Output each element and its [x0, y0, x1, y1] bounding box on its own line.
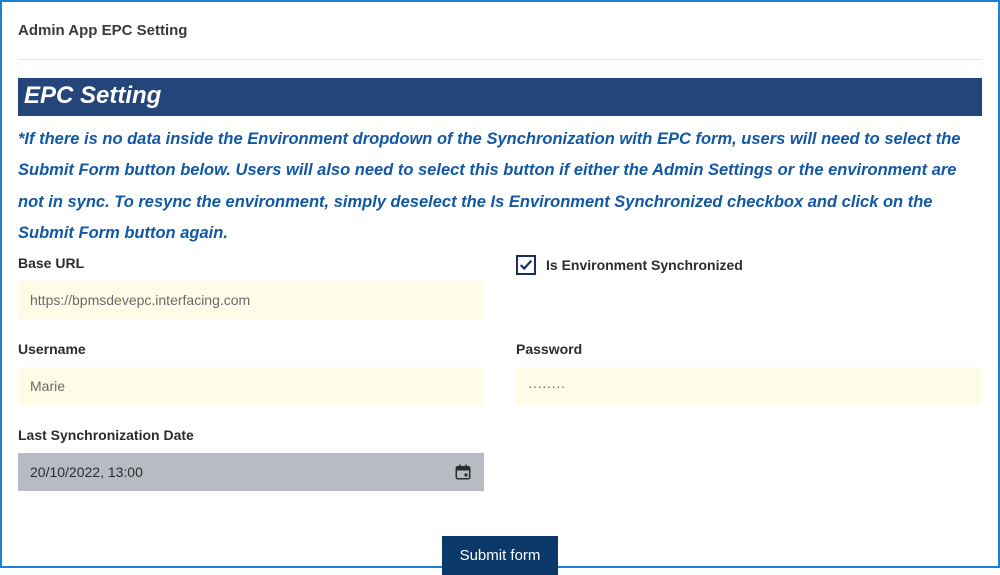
password-field: Password: [516, 341, 982, 405]
username-field: Username: [18, 341, 484, 405]
password-input[interactable]: [516, 367, 982, 405]
last-sync-input[interactable]: 20/10/2022, 13:00: [18, 453, 484, 491]
calendar-icon: [454, 463, 472, 481]
env-sync-field: Is Environment Synchronized: [516, 255, 982, 319]
page-title: Admin App EPC Setting: [18, 22, 982, 39]
submit-button[interactable]: Submit form: [442, 536, 559, 575]
submit-row: Submit form: [18, 536, 982, 575]
env-sync-row: Is Environment Synchronized: [516, 255, 982, 275]
last-sync-label: Last Synchronization Date: [18, 427, 484, 443]
base-url-field: Base URL: [18, 255, 484, 319]
username-input[interactable]: [18, 367, 484, 405]
helper-text: *If there is no data inside the Environm…: [18, 124, 982, 249]
password-label: Password: [516, 341, 982, 357]
divider: [18, 59, 982, 60]
last-sync-field: Last Synchronization Date 20/10/2022, 13…: [18, 427, 484, 491]
env-sync-label: Is Environment Synchronized: [546, 257, 743, 273]
check-icon: [519, 258, 533, 272]
env-sync-checkbox[interactable]: [516, 255, 536, 275]
base-url-input[interactable]: [18, 281, 484, 319]
section-header: EPC Setting: [18, 78, 982, 116]
form-grid: Base URL Is Environment Synchronized Use…: [18, 255, 982, 491]
last-sync-value: 20/10/2022, 13:00: [30, 464, 143, 480]
base-url-label: Base URL: [18, 255, 484, 271]
username-label: Username: [18, 341, 484, 357]
